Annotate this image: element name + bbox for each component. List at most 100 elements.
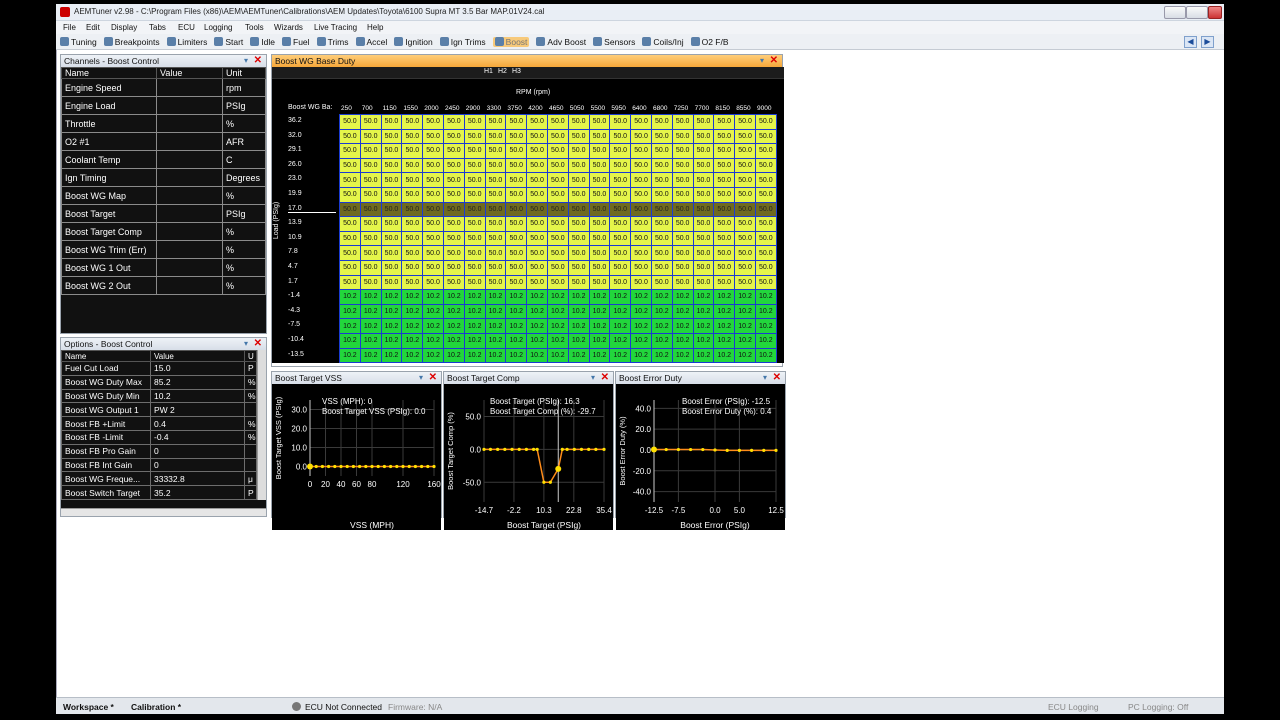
map-cell[interactable]: 50.0 [630, 201, 652, 218]
map-cell[interactable]: 50.0 [546, 114, 569, 130]
map-cell[interactable]: 10.2 [671, 318, 694, 334]
map-cell[interactable]: 50.0 [567, 230, 590, 247]
pin-icon[interactable]: ▾ [244, 55, 248, 67]
map-cell[interactable]: 50.0 [546, 274, 569, 291]
map-cell[interactable]: 50.0 [401, 201, 424, 218]
table-row[interactable]: Boost WG Freque... 33332.8 μ [61, 471, 257, 487]
map-cell[interactable]: 50.0 [650, 143, 673, 159]
data-point[interactable] [382, 464, 386, 469]
map-cell[interactable]: 10.2 [546, 303, 569, 320]
map-cell[interactable]: 10.2 [401, 303, 424, 320]
table-row[interactable]: Engine Speed rpm [61, 78, 266, 97]
map-cell[interactable]: 10.2 [609, 289, 632, 305]
map-cell[interactable]: 50.0 [505, 245, 528, 261]
map-cell[interactable]: 50.0 [463, 128, 486, 145]
map-cell[interactable]: 50.0 [546, 245, 569, 261]
map-cell[interactable]: 50.0 [463, 216, 486, 232]
h2-button[interactable]: H2 [498, 68, 507, 75]
close-button[interactable] [1208, 6, 1222, 19]
tab-fuel[interactable]: Fuel [282, 37, 310, 47]
map-cell[interactable]: 50.0 [692, 143, 715, 159]
map-cell[interactable]: 50.0 [442, 201, 465, 218]
map-cell[interactable]: 50.0 [567, 259, 590, 276]
rpm-breakpoint[interactable]: 250 [341, 105, 352, 112]
map-cell[interactable]: 50.0 [422, 186, 444, 203]
map-cell[interactable]: 50.0 [505, 201, 528, 218]
map-cell[interactable]: 50.0 [442, 274, 465, 291]
map-cell[interactable]: 50.0 [359, 245, 382, 261]
table-cell[interactable]: PW 2 [150, 402, 245, 418]
map-cell[interactable]: 50.0 [713, 157, 736, 174]
map-cell[interactable]: 10.2 [526, 303, 548, 320]
map-cell[interactable]: 10.2 [650, 318, 673, 334]
map-cell[interactable]: 50.0 [442, 143, 465, 159]
map-cell[interactable]: 50.0 [401, 245, 424, 261]
map-cell[interactable]: 10.2 [588, 289, 611, 305]
menu-item[interactable]: Wizards [274, 23, 303, 32]
map-cell[interactable]: 50.0 [422, 230, 444, 247]
map-cell[interactable]: 10.2 [401, 289, 424, 305]
data-point[interactable] [517, 447, 521, 451]
map-cell[interactable]: 50.0 [567, 274, 590, 291]
map-cell[interactable]: 50.0 [734, 114, 756, 130]
data-point[interactable] [542, 480, 546, 484]
table-row[interactable]: Boost WG Duty Min 10.2% [61, 388, 257, 404]
map-cell[interactable]: 10.2 [754, 303, 777, 320]
map-cell[interactable]: 50.0 [713, 274, 736, 291]
map-cell[interactable]: 50.0 [359, 230, 382, 247]
map-cell[interactable]: 50.0 [505, 143, 528, 159]
rpm-breakpoint[interactable]: 3750 [507, 105, 521, 112]
data-point[interactable] [389, 464, 393, 469]
map-cell[interactable]: 50.0 [442, 245, 465, 261]
map-cell[interactable]: 10.2 [505, 332, 528, 349]
map-cell[interactable]: 50.0 [463, 259, 486, 276]
map-cell[interactable]: 10.2 [339, 289, 361, 305]
data-point[interactable] [395, 464, 399, 469]
map-cell[interactable]: 10.2 [692, 318, 715, 334]
map-cell[interactable]: 50.0 [463, 114, 486, 130]
map-cell[interactable]: 50.0 [484, 114, 507, 130]
map-cell[interactable]: 10.2 [650, 347, 673, 364]
map-cell[interactable]: 50.0 [380, 172, 403, 188]
table-cell[interactable]: 35.2 [150, 485, 245, 500]
table-cell[interactable]: 0.4 [150, 416, 245, 431]
data-point[interactable] [496, 447, 500, 451]
map-cell[interactable]: 50.0 [484, 172, 507, 188]
map-cell[interactable]: 50.0 [692, 128, 715, 145]
map-cell[interactable]: 50.0 [401, 172, 424, 188]
map-cell[interactable]: 50.0 [567, 128, 590, 145]
table-cell[interactable]: 0 [150, 457, 245, 473]
map-cell[interactable]: 50.0 [359, 128, 382, 145]
pin-icon[interactable]: ▾ [419, 372, 423, 384]
data-point[interactable] [676, 447, 680, 452]
data-point[interactable] [737, 448, 741, 452]
map-cell[interactable]: 50.0 [442, 230, 465, 247]
map-cell[interactable]: 10.2 [567, 347, 590, 364]
data-point[interactable] [314, 464, 318, 469]
data-point[interactable] [320, 464, 324, 469]
load-breakpoint[interactable]: -13.5 [288, 351, 304, 358]
map-cell[interactable]: 50.0 [630, 245, 652, 261]
map-cell[interactable]: 50.0 [754, 157, 777, 174]
map-cell[interactable]: 50.0 [484, 245, 507, 261]
map-cell[interactable]: 50.0 [422, 143, 444, 159]
map-cell[interactable]: 10.2 [484, 289, 507, 305]
rpm-breakpoint[interactable]: 7700 [695, 105, 709, 112]
map-cell[interactable]: 50.0 [630, 114, 652, 130]
map-cell[interactable]: 50.0 [588, 245, 611, 261]
table-row[interactable]: O2 #1 AFR [61, 132, 266, 151]
map-cell[interactable]: 10.2 [650, 303, 673, 320]
map-cell[interactable]: 50.0 [692, 245, 715, 261]
map-cell[interactable]: 50.0 [380, 230, 403, 247]
load-breakpoint[interactable]: 36.2 [288, 117, 302, 124]
map-cell[interactable]: 50.0 [630, 143, 652, 159]
map-cell[interactable]: 50.0 [359, 143, 382, 159]
map-cell[interactable]: 10.2 [567, 289, 590, 305]
menu-item[interactable]: ECU [178, 23, 195, 32]
rpm-breakpoint[interactable]: 4650 [549, 105, 563, 112]
table-row[interactable]: Boost FB +Limit 0.4% [61, 416, 257, 431]
selected-point[interactable] [651, 446, 657, 453]
calibration-menu[interactable]: Calibration * [131, 702, 181, 712]
map-cell[interactable]: 10.2 [734, 318, 756, 334]
map-cell[interactable]: 50.0 [526, 274, 548, 291]
